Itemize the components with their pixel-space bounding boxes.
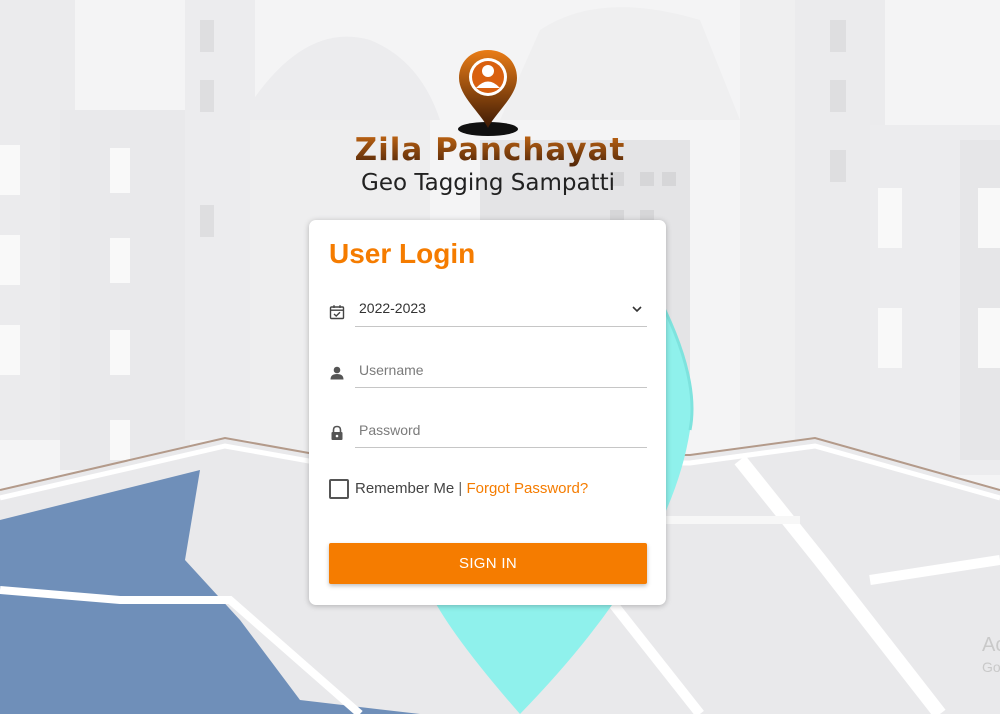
separator: | [458,480,463,497]
username-field [329,353,647,389]
login-heading: User Login [329,238,476,269]
calendar-check-icon [329,305,345,320]
login-card: User Login 2022-2023 Username Remember M… [309,220,666,605]
remember-me-label: Remember Me [355,480,455,497]
activation-watermark: Ac Go [982,634,1000,675]
watermark-line-1: Ac [982,634,1000,656]
username-input[interactable] [355,353,643,387]
brand-title: Zila Panchayat [340,132,640,168]
brand-subtitle: Geo Tagging Sampatti [361,170,615,196]
password-field [329,413,647,449]
location-person-pin-icon [458,50,518,136]
remember-me-checkbox[interactable] [329,479,349,499]
year-select-value: 2022-2023 [359,300,426,316]
remember-label-group: Remember Me | Forgot Password? [355,480,588,497]
year-select[interactable]: 2022-2023 [355,292,647,327]
person-icon [330,366,344,380]
forgot-password-link[interactable]: Forgot Password? [466,480,588,497]
lock-icon [331,425,343,440]
password-input[interactable] [355,413,643,447]
sign-in-button[interactable]: SIGN IN [329,543,647,584]
watermark-line-2: Go [982,659,1000,675]
chevron-down-icon [632,306,642,313]
year-select-field: 2022-2023 [329,292,647,328]
brand-header: Zila Panchayat Geo Tagging Sampatti [0,0,1000,210]
